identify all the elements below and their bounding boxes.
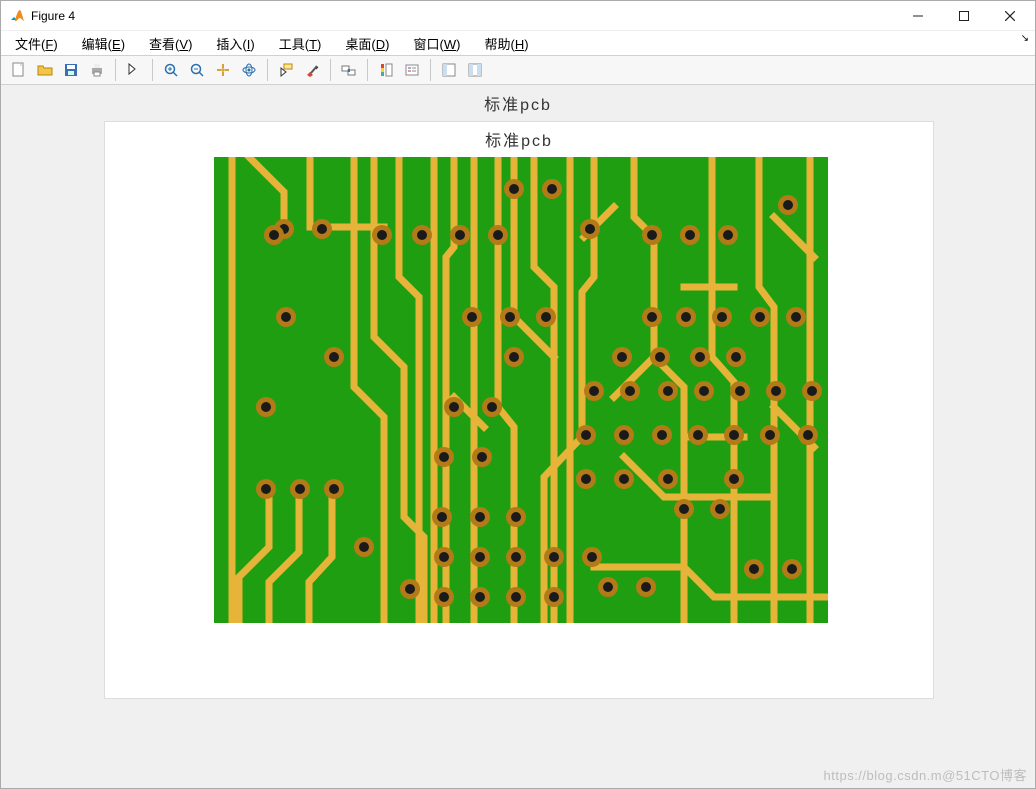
- data-cursor-button[interactable]: [274, 58, 298, 82]
- menu-file[interactable]: 文件(F): [15, 34, 58, 53]
- show-plot-tools-button[interactable]: [463, 58, 487, 82]
- close-button[interactable]: [987, 1, 1033, 31]
- figure-content: 标准pcb 标准pcb: [1, 85, 1035, 788]
- print-button[interactable]: [85, 58, 109, 82]
- axes-canvas[interactable]: 标准pcb: [104, 121, 934, 699]
- new-figure-button[interactable]: [7, 58, 31, 82]
- open-button[interactable]: [33, 58, 57, 82]
- menu-window[interactable]: 窗口(W): [413, 34, 460, 53]
- menu-insert[interactable]: 插入(I): [216, 34, 254, 53]
- edit-plot-button[interactable]: [122, 58, 146, 82]
- toolbar-separator: [430, 59, 431, 81]
- axes-title: 标准pcb: [104, 127, 934, 151]
- link-button[interactable]: [337, 58, 361, 82]
- menu-desktop[interactable]: 桌面(D): [345, 34, 389, 53]
- pcb-image: [214, 157, 828, 623]
- menu-edit[interactable]: 编辑(E): [82, 34, 125, 53]
- menu-help[interactable]: 帮助(H): [484, 34, 528, 53]
- brush-button[interactable]: [300, 58, 324, 82]
- toolbar-separator: [115, 59, 116, 81]
- toolbar-separator: [330, 59, 331, 81]
- window-title: Figure 4: [31, 9, 75, 23]
- menu-view[interactable]: 查看(V): [149, 34, 192, 53]
- title-bar: Figure 4: [1, 1, 1035, 31]
- zoom-in-button[interactable]: [159, 58, 183, 82]
- menu-bar: 文件(F) 编辑(E) 查看(V) 插入(I) 工具(T) 桌面(D) 窗口(W…: [1, 31, 1035, 55]
- zoom-out-button[interactable]: [185, 58, 209, 82]
- figure-toolbar: [1, 55, 1035, 85]
- toolbar-separator: [267, 59, 268, 81]
- save-button[interactable]: [59, 58, 83, 82]
- insert-legend-button[interactable]: [400, 58, 424, 82]
- figure-outer-title: 标准pcb: [1, 91, 1035, 115]
- insert-colorbar-button[interactable]: [374, 58, 398, 82]
- minimize-button[interactable]: [895, 1, 941, 31]
- pan-button[interactable]: [211, 58, 235, 82]
- menu-tools[interactable]: 工具(T): [279, 34, 322, 53]
- toolbar-separator: [152, 59, 153, 81]
- watermark-text: https://blog.csdn.m@51CTO博客: [824, 765, 1027, 784]
- toolbar-overflow-icon[interactable]: ↘: [1021, 33, 1029, 44]
- rotate-3d-button[interactable]: [237, 58, 261, 82]
- hide-plot-tools-button[interactable]: [437, 58, 461, 82]
- matlab-icon: [9, 8, 25, 24]
- figure-window: Figure 4 文件(F) 编辑(E) 查看(V) 插入(I) 工具(T) 桌…: [0, 0, 1036, 789]
- maximize-button[interactable]: [941, 1, 987, 31]
- toolbar-separator: [367, 59, 368, 81]
